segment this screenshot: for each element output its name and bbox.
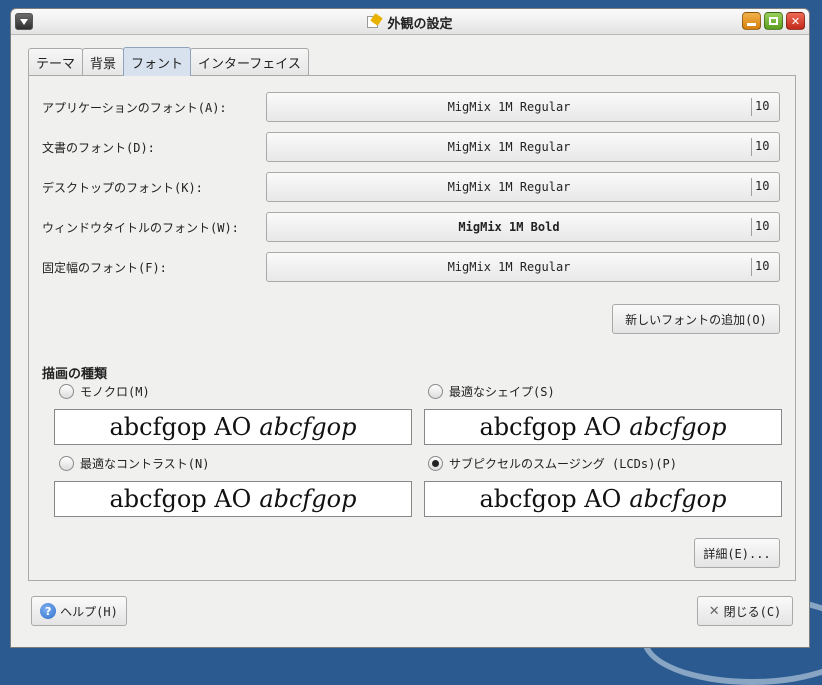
- radio-best-shape[interactable]: 最適なシェイプ(S): [428, 383, 555, 400]
- preview-best-contrast: abcfgop AO abcfgop: [54, 481, 412, 517]
- close-window-button[interactable]: ✕: [786, 12, 805, 30]
- details-button[interactable]: 詳細(E)...: [694, 538, 780, 568]
- font-size: 10: [755, 259, 770, 273]
- font-size: 10: [755, 139, 770, 153]
- font-size: 10: [755, 99, 770, 113]
- window-title-font-button[interactable]: MigMix 1M Bold 10: [266, 212, 780, 242]
- font-label: ウィンドウタイトルのフォント(W):: [42, 221, 239, 235]
- radio-label: 最適なコントラスト(N): [80, 457, 210, 471]
- font-label: アプリケーションのフォント(A):: [42, 101, 227, 115]
- font-row-fixed-width: 固定幅のフォント(F): MigMix 1M Regular 10: [29, 252, 795, 282]
- radio-label: サブピクセルのスムージング (LCDs)(P): [449, 457, 678, 471]
- font-name: MigMix 1M Regular: [447, 140, 571, 154]
- maximize-button[interactable]: [764, 12, 783, 30]
- fonts-panel: アプリケーションのフォント(A): MigMix 1M Regular 10 文…: [28, 75, 796, 581]
- font-row-application: アプリケーションのフォント(A): MigMix 1M Regular 10: [29, 92, 795, 122]
- fixed-width-font-button[interactable]: MigMix 1M Regular 10: [266, 252, 780, 282]
- font-name: MigMix 1M Regular: [447, 260, 571, 274]
- rendering-section-title: 描画の種類: [42, 367, 108, 382]
- font-size: 10: [755, 179, 770, 193]
- close-button[interactable]: ✕ 閉じる(C): [697, 596, 793, 626]
- minimize-icon: [747, 22, 756, 26]
- font-label: 固定幅のフォント(F):: [42, 261, 167, 275]
- radio-monochrome[interactable]: モノクロ(M): [59, 383, 150, 400]
- font-label: デスクトップのフォント(K):: [42, 181, 203, 195]
- radio-button[interactable]: [428, 384, 443, 399]
- preview-monochrome: abcfgop AO abcfgop: [54, 409, 412, 445]
- font-size: 10: [755, 219, 770, 233]
- font-name: MigMix 1M Regular: [447, 100, 571, 114]
- radio-button[interactable]: [59, 384, 74, 399]
- tab-interface[interactable]: インターフェイス: [190, 48, 309, 76]
- application-font-button[interactable]: MigMix 1M Regular 10: [266, 92, 780, 122]
- radio-subpixel-smoothing[interactable]: サブピクセルのスムージング (LCDs)(P): [428, 455, 677, 472]
- preview-subpixel-smoothing: abcfgop AO abcfgop: [424, 481, 782, 517]
- font-row-window-title: ウィンドウタイトルのフォント(W): MigMix 1M Bold 10: [29, 212, 795, 242]
- radio-best-contrast[interactable]: 最適なコントラスト(N): [59, 455, 209, 472]
- tab-bar: テーマ 背景 フォント インターフェイス: [28, 47, 309, 76]
- tab-fonts[interactable]: フォント: [123, 47, 192, 76]
- tab-background[interactable]: 背景: [82, 48, 125, 76]
- font-name: MigMix 1M Bold: [458, 220, 560, 234]
- minimize-button[interactable]: [742, 12, 761, 30]
- window-title: 外観の設定: [387, 16, 453, 32]
- radio-button[interactable]: [59, 456, 74, 471]
- close-icon: ✕: [790, 14, 801, 28]
- radio-label: モノクロ(M): [80, 385, 150, 399]
- appearance-icon: [367, 13, 384, 29]
- help-icon: ?: [40, 603, 57, 619]
- maximize-icon: [769, 17, 778, 25]
- document-font-button[interactable]: MigMix 1M Regular 10: [266, 132, 780, 162]
- help-button[interactable]: ? ヘルプ(H): [31, 596, 127, 626]
- font-label: 文書のフォント(D):: [42, 141, 155, 155]
- radio-button-selected[interactable]: [428, 456, 443, 471]
- add-font-button[interactable]: 新しいフォントの追加(O): [612, 304, 780, 334]
- radio-label: 最適なシェイプ(S): [449, 385, 555, 399]
- tab-theme[interactable]: テーマ: [28, 48, 84, 76]
- desktop-font-button[interactable]: MigMix 1M Regular 10: [266, 172, 780, 202]
- preview-best-shape: abcfgop AO abcfgop: [424, 409, 782, 445]
- font-name: MigMix 1M Regular: [447, 180, 571, 194]
- font-row-document: 文書のフォント(D): MigMix 1M Regular 10: [29, 132, 795, 162]
- close-icon: ✕: [708, 603, 720, 619]
- title-bar[interactable]: 外観の設定 ✕: [11, 9, 809, 35]
- font-row-desktop: デスクトップのフォント(K): MigMix 1M Regular 10: [29, 172, 795, 202]
- appearance-settings-window: 外観の設定 ✕ テーマ 背景 フォント インターフェイス アプリケーションのフォ…: [10, 8, 810, 648]
